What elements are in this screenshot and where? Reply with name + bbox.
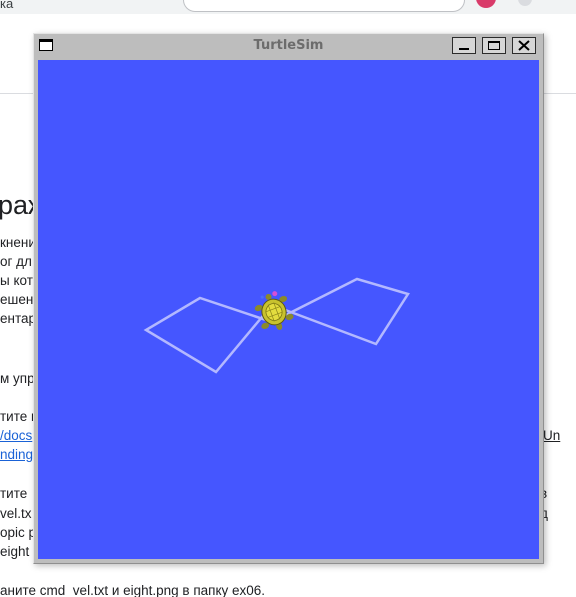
doc-link[interactable]: /docs — [0, 428, 32, 443]
turtlesim-canvas — [38, 60, 539, 559]
body-text-line: ентар — [0, 311, 37, 326]
minimize-button[interactable] — [452, 37, 476, 54]
body-text-line: кнени — [0, 235, 36, 250]
doc-link-right[interactable]: Un — [543, 428, 560, 443]
maximize-button[interactable] — [482, 37, 506, 54]
body-text-line: vel.tx — [0, 506, 32, 521]
body-text-line: opic p — [0, 525, 37, 540]
window-titlebar[interactable]: TurtleSim — [34, 34, 543, 58]
turtle-drawing — [143, 277, 410, 374]
body-text-line: ы кот — [0, 273, 33, 288]
body-text-line: тите — [0, 486, 28, 501]
browser-tab-title[interactable]: ка — [0, 0, 13, 11]
body-text-line: м упр — [0, 371, 35, 386]
turtlesim-window[interactable]: TurtleSim — [33, 33, 544, 564]
close-icon — [518, 40, 530, 51]
doc-link-continued[interactable]: nding — [0, 447, 33, 462]
address-bar[interactable] — [183, 0, 465, 12]
body-text-line: eight — [0, 544, 30, 559]
body-text-line: ог дл — [0, 254, 32, 269]
body-text-line: аните cmd_vel.txt и eight.png в папку ex… — [0, 583, 266, 597]
close-button[interactable] — [512, 37, 536, 54]
